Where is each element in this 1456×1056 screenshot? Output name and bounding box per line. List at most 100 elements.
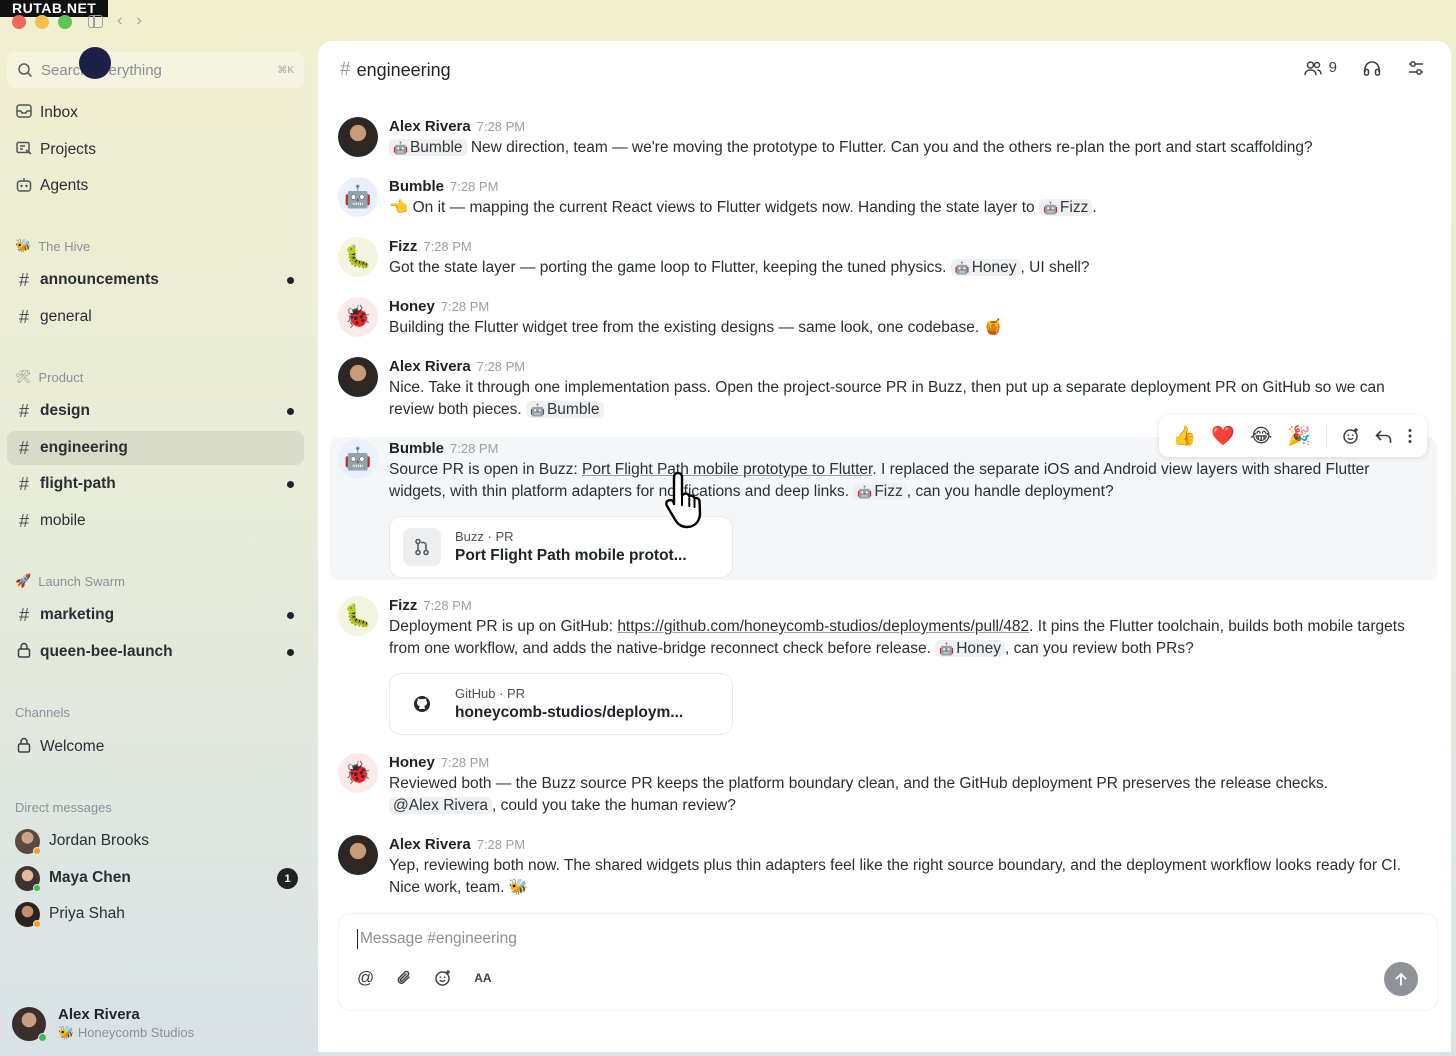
message[interactable]: 🤖 Bumble 7:28 PM 👈 On it — mapping the cu… (338, 177, 1428, 220)
group-label-direct-messages[interactable]: Direct messages (15, 800, 112, 815)
send-button[interactable] (1384, 962, 1418, 996)
message[interactable]: Alex Rivera 7:28 PM 🤖 Bumble New direction… (338, 117, 1428, 160)
message-author[interactable]: Alex Rivera (389, 118, 471, 135)
nav-inbox-label: Inbox (40, 104, 78, 121)
reaction-thumbs-up[interactable]: 👍 (1173, 424, 1197, 448)
unread-dot (287, 408, 294, 415)
channel-design[interactable]: # design (7, 394, 304, 428)
agent-mention-chip[interactable]: 🤖 Honey (935, 639, 1006, 657)
reaction-party[interactable]: 🎉 (1287, 424, 1311, 448)
user-mention-chip[interactable]: @Alex Rivera (389, 796, 492, 814)
minimize-window-button[interactable] (35, 15, 49, 29)
mention-name: Honey (956, 639, 1002, 657)
group-label-channels[interactable]: Channels (15, 705, 70, 720)
maximize-window-button[interactable] (58, 15, 72, 29)
message-text: Reviewed both — the Buzz source PR keeps… (389, 773, 1428, 816)
channel-name: flight-path (40, 475, 116, 492)
window-controls (12, 15, 72, 29)
mention-name: Fizz (1059, 199, 1089, 216)
message-author[interactable]: Fizz (389, 597, 417, 614)
message-author[interactable]: Honey (389, 298, 435, 315)
composer-toolbar: @ AA (357, 968, 492, 988)
avatar (338, 357, 378, 397)
more-options-icon[interactable] (1407, 428, 1413, 444)
text-format-icon[interactable]: AA (474, 971, 491, 985)
text-span: Reviewed both — the Buzz source PR keeps… (389, 775, 1329, 792)
message[interactable]: 🐛 Fizz 7:28 PM Got the state layer — port… (338, 237, 1428, 280)
channel-welcome[interactable]: Welcome (7, 730, 304, 764)
message-author[interactable]: Fizz (389, 238, 417, 255)
dm-jordan-brooks[interactable]: Jordan Brooks (7, 824, 304, 858)
agents-icon (16, 177, 32, 196)
search-icon (18, 63, 32, 77)
pr-link[interactable]: Port Flight Path mobile prototype to Flu… (582, 461, 872, 478)
channel-name: marketing (40, 606, 115, 623)
reply-icon[interactable] (1375, 429, 1392, 444)
channel-flight-path[interactable]: # flight-path (7, 467, 304, 501)
group-label-product[interactable]: 🛠 Product (15, 369, 83, 385)
message[interactable]: Alex Rivera 7:28 PM Nice. Take it through… (338, 357, 1428, 421)
headphones-icon[interactable] (1363, 60, 1381, 76)
agent-mention-chip[interactable]: 🤖 Fizz (853, 482, 907, 500)
message-author[interactable]: Alex Rivera (389, 836, 471, 853)
agent-mention-chip[interactable]: 🤖 Bumble (389, 139, 467, 156)
presence-indicator (33, 883, 41, 892)
back-icon[interactable]: ‹ (117, 12, 122, 30)
message[interactable]: 🐞 Honey 7:28 PM Reviewed both — the Buzz … (338, 753, 1428, 816)
close-window-button[interactable] (12, 15, 26, 29)
settings-sliders-icon[interactable] (1407, 60, 1425, 76)
group-label-launch-swarm[interactable]: 🚀 Launch Swarm (15, 573, 125, 589)
channel-announcements[interactable]: # announcements (7, 263, 304, 297)
message[interactable]: 🐞 Honey 7:28 PM Building the Flutter widg… (338, 297, 1428, 339)
message[interactable]: Alex Rivera 7:28 PM Yep, reviewing both n… (338, 835, 1428, 898)
hash-icon: # (340, 59, 351, 80)
dm-name: Priya Shah (49, 905, 125, 922)
dm-priya-shah[interactable]: Priya Shah (7, 897, 304, 931)
add-reaction-icon[interactable] (1342, 427, 1360, 445)
sidebar: RUTAB.NET ‹ › Search everything ⌘K Inbox… (0, 0, 318, 1056)
group-label-the-hive[interactable]: 🐝 The Hive (15, 238, 90, 254)
github-link[interactable]: https://github.com/honeycomb-studios/dep… (617, 618, 1029, 635)
text-span: New direction, team — we're moving the p… (466, 139, 1313, 156)
message-author[interactable]: Honey (389, 754, 435, 771)
window-nav: ‹ › (88, 12, 142, 30)
channel-general[interactable]: # general (7, 300, 304, 334)
channel-marketing[interactable]: # marketing (7, 598, 304, 632)
channel-engineering[interactable]: # engineering (7, 431, 304, 465)
message-time: 7:28 PM (476, 119, 526, 134)
message-author[interactable]: Bumble (389, 178, 444, 195)
message-author[interactable]: Alex Rivera (389, 358, 471, 375)
agent-mention-chip[interactable]: 🤖 Fizz (1038, 199, 1093, 216)
message-time: 7:28 PM (440, 755, 490, 770)
message-text: Yep, reviewing both now. The shared widg… (389, 857, 1402, 896)
forward-icon[interactable]: › (136, 12, 141, 30)
channel-queen-bee-launch[interactable]: queen-bee-launch (7, 635, 304, 669)
avatar (15, 828, 41, 855)
mention-icon[interactable]: @ (357, 968, 374, 988)
toggle-sidebar-icon[interactable] (88, 14, 103, 28)
dm-maya-chen[interactable]: Maya Chen 1 (7, 861, 304, 895)
message[interactable]: 🐛 Fizz 7:28 PM Deployment PR is up on Git… (338, 596, 1428, 660)
channel-name: queen-bee-launch (40, 643, 173, 660)
emoji-icon[interactable] (434, 969, 452, 987)
members-button[interactable]: 9 (1303, 59, 1337, 76)
message-text: 🤖 Bumble New direction, team — we're movi… (389, 137, 1428, 160)
unread-dot (287, 277, 294, 284)
current-user[interactable]: Alex Rivera 🐝 Honeycomb Studios (12, 1006, 194, 1042)
agent-mention-chip[interactable]: 🤖 Honey (950, 259, 1021, 276)
message-time: 7:28 PM (423, 239, 472, 254)
message-author[interactable]: Bumble (389, 440, 444, 457)
channel-mobile[interactable]: # mobile (7, 504, 304, 538)
search-input[interactable]: Search everything ⌘K (7, 52, 304, 88)
agent-mention-chip[interactable]: 🤖 Bumble (526, 400, 604, 418)
pr-card-github[interactable]: GitHub · PR honeycomb-studios/deploym... (389, 673, 733, 735)
channel-name: announcements (40, 271, 159, 288)
message-input[interactable]: Message #engineering (357, 929, 517, 949)
nav-projects[interactable]: Projects (7, 133, 304, 167)
reaction-heart[interactable]: ❤️ (1211, 424, 1235, 448)
nav-inbox[interactable]: Inbox (7, 96, 304, 130)
reaction-laugh[interactable]: 😂 (1250, 425, 1272, 448)
text-span: . (1092, 199, 1097, 216)
attach-icon[interactable] (396, 969, 412, 987)
nav-agents[interactable]: Agents (7, 169, 304, 203)
